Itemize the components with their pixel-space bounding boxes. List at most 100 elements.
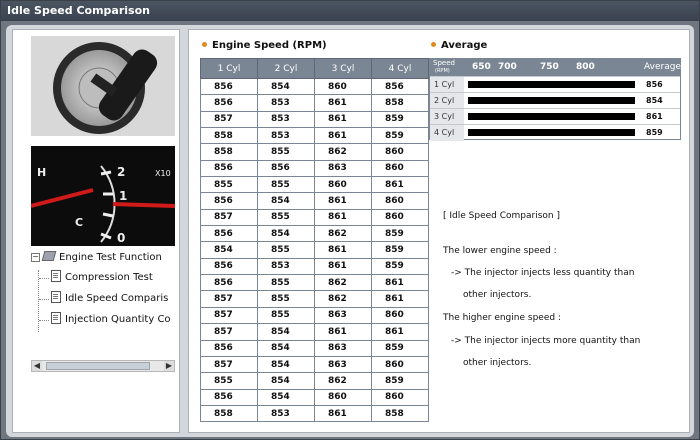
column-header-3-cyl: 3 Cyl [314,58,372,79]
gauge-label-2: 2 [117,165,125,179]
gauge-label-c: C [75,216,83,229]
scroll-thumb[interactable] [46,362,150,370]
rpm-cell: 856 [371,78,429,96]
rpm-cell: 856 [200,389,258,406]
collapse-icon[interactable]: − [31,253,40,262]
rpm-cell: 859 [371,241,429,259]
table-row: 855 854 862 859 [200,372,429,390]
rpm-cell: 863 [314,356,372,374]
rpm-cell: 854 [257,323,315,341]
rpm-cell: 859 [371,258,429,276]
rpm-cell: 857 [200,307,258,325]
rpm-cell: 853 [257,405,315,423]
rpm-cell: 854 [257,192,315,210]
average-bar [468,113,635,120]
table-row: 858 855 862 860 [200,143,429,161]
rpm-cell: 860 [371,192,429,210]
info-higher-title: The higher engine speed : [443,313,561,323]
rpm-cell: 862 [314,372,372,390]
rpm-cell: 862 [314,290,372,308]
column-header-1-cyl: 1 Cyl [200,58,258,79]
table-row: 856 853 861 858 [200,94,429,112]
document-icon [51,270,61,282]
rpm-cell: 856 [200,160,258,178]
average-column-label: Average [644,62,681,72]
tree-root-engine-test-function[interactable]: − Engine Test Function [31,250,162,266]
rpm-cell: 860 [371,160,429,178]
tree-item-label: Injection Quantity Co [65,314,171,325]
info-higher-line1: -> The injector injects more quantity th… [451,336,641,346]
rpm-cell: 854 [257,78,315,96]
rpm-cell: 856 [200,340,258,357]
average-row-label: 4 Cyl [430,125,464,141]
rpm-cell: 861 [371,176,429,194]
rpm-cell: 853 [257,127,315,145]
table-row: 857 855 861 860 [200,209,429,227]
tree-item-injection-quantity[interactable]: Injection Quantity Co [51,312,171,328]
rpm-cell: 861 [314,209,372,227]
scroll-right-icon[interactable]: ▶ [164,361,174,371]
rpm-cell: 856 [200,78,258,96]
rpm-cell: 861 [314,241,372,259]
rpm-cell: 854 [200,241,258,259]
rpm-cell: 858 [200,405,258,423]
engine-speed-table: 1 Cyl 2 Cyl 3 Cyl 4 Cyl 856 854 860 856 856 8… [200,58,429,423]
rpm-cell: 856 [200,258,258,276]
content-area: H 2 X10 1 C 0 − Engine Test Function Comp… [6,25,694,437]
table-row: 856 856 863 860 [200,160,429,178]
rpm-cell: 856 [200,94,258,112]
rpm-cell: 861 [314,94,372,112]
info-higher-line2: other injectors. [463,358,532,368]
tree-root-label: Engine Test Function [59,252,162,263]
tree-horizontal-scrollbar[interactable]: ◀ ▶ [31,360,175,372]
rpm-cell: 854 [257,225,315,243]
info-lower-line2: other injectors. [463,290,532,300]
tick-750: 750 [540,62,559,72]
rpm-cell: 861 [314,192,372,210]
rpm-cell: 855 [257,307,315,325]
rpm-cell: 858 [371,405,429,423]
table-row: 858 853 861 859 [200,127,429,145]
rpm-cell: 854 [257,340,315,357]
rpm-cell: 860 [371,389,429,406]
table-row: 857 853 861 859 [200,111,429,129]
gauge-label-h: H [37,166,46,179]
rpm-cell: 855 [200,176,258,194]
info-lower-title: The lower engine speed : [443,246,557,256]
average-chart: Speed (RPM) 650 700 750 800 Average 1 Cy… [429,58,681,141]
rpm-cell: 855 [257,241,315,259]
table-row: 857 854 861 861 [200,323,429,341]
scroll-left-icon[interactable]: ◀ [32,361,42,371]
average-value: 859 [646,128,663,137]
tree-item-compression-test[interactable]: Compression Test [51,270,153,286]
average-title: Average [431,40,487,51]
orange-bullet-icon [431,42,436,47]
rpm-cell: 859 [371,225,429,243]
rpm-cell: 860 [314,78,372,96]
rpm-cell: 860 [371,209,429,227]
rpm-cell: 853 [257,258,315,276]
rpm-cell: 860 [371,307,429,325]
tree-item-idle-speed-comparison[interactable]: Idle Speed Comparis [51,291,168,307]
rpm-unit-label: (RPM) [435,68,450,74]
table-row: 856 854 860 860 [200,389,429,406]
rpm-cell: 862 [314,143,372,161]
rpm-cell: 863 [314,340,372,357]
table-row: 857 854 863 860 [200,356,429,374]
rpm-cell: 861 [314,111,372,129]
average-row: 2 Cyl 854 [430,92,680,109]
rpm-cell: 858 [200,127,258,145]
rpm-cell: 861 [314,405,372,423]
table-row: 856 855 862 861 [200,274,429,292]
rpm-cell: 855 [257,290,315,308]
table-row: 856 854 863 859 [200,340,429,357]
rpm-cell: 863 [314,160,372,178]
engine-icon [41,251,57,261]
rpm-cell: 855 [257,209,315,227]
column-header-4-cyl: 4 Cyl [371,58,429,79]
rpm-cell: 853 [257,111,315,129]
average-bar [468,81,635,88]
rpm-cell: 863 [314,307,372,325]
average-row: 3 Cyl 861 [430,108,680,125]
info-heading: [ Idle Speed Comparison ] [443,211,560,221]
